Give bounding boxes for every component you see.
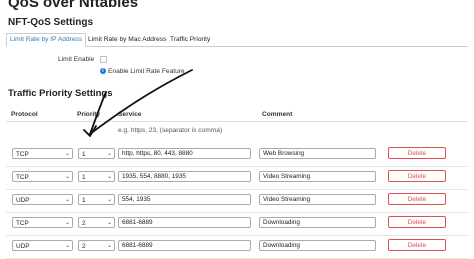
chevron-down-icon: ⌄ (106, 151, 112, 157)
column-header-priority: Priority (77, 111, 101, 118)
chevron-down-icon: ⌄ (64, 197, 70, 203)
protocol-value: TCP (16, 220, 29, 227)
protocol-value: UDP (16, 243, 30, 250)
priority-value: 1 (82, 151, 86, 158)
protocol-value: TCP (16, 174, 29, 181)
table-row: TCP ⌄ 2 ⌄ 6881-6889 Downloading Delete (6, 212, 468, 236)
priority-select[interactable]: 1 ⌄ (78, 194, 115, 205)
column-header-service: Service (118, 111, 142, 118)
comment-input[interactable]: Downloading (259, 240, 376, 251)
service-input[interactable]: 6881-6889 (118, 240, 251, 251)
annotation-arrow-long (89, 69, 193, 135)
protocol-select[interactable]: TCP ⌄ (12, 171, 73, 182)
chevron-down-icon: ⌄ (64, 151, 70, 157)
delete-button[interactable]: Delete (388, 239, 446, 251)
limit-enable-hint: Enable Limit Rate Feature (108, 68, 185, 75)
table-row: UDP ⌄ 1 ⌄ 554, 1935 Video Streaming Delete (6, 189, 468, 213)
delete-button[interactable]: Delete (388, 216, 446, 228)
page-title: QoS over Nftables (8, 0, 139, 11)
priority-value: 1 (82, 197, 86, 204)
priority-select[interactable]: 2 ⌄ (78, 240, 115, 251)
protocol-select[interactable]: TCP ⌄ (12, 148, 73, 159)
priority-select[interactable]: 1 ⌄ (78, 171, 115, 182)
priority-value: 2 (82, 220, 86, 227)
service-hint: e.g. https, 23, (separator is comma) (118, 127, 223, 134)
service-input[interactable]: 554, 1935 (118, 194, 251, 205)
chevron-down-icon: ⌄ (106, 197, 112, 203)
protocol-value: TCP (16, 151, 29, 158)
chevron-down-icon: ⌄ (106, 243, 112, 249)
column-header-protocol: Protocol (11, 111, 38, 118)
tab-traffic-priority[interactable]: Traffic Priority (166, 33, 214, 47)
chevron-down-icon: ⌄ (64, 174, 70, 180)
comment-input[interactable]: Downloading (259, 217, 376, 228)
protocol-select[interactable]: UDP ⌄ (12, 240, 73, 251)
priority-select[interactable]: 1 ⌄ (78, 148, 115, 159)
column-header-comment: Comment (262, 111, 293, 118)
service-input[interactable]: http, https, 80, 443, 8880 (118, 148, 251, 159)
tab-bar: Limit Rate by IP Address Limit Rate by M… (6, 33, 468, 47)
traffic-priority-section-title: Traffic Priority Settings (8, 88, 113, 99)
tab-limit-by-mac[interactable]: Limit Rate by Mac Address (84, 33, 170, 47)
settings-subtitle: NFT-QoS Settings (8, 17, 93, 28)
protocol-value: UDP (16, 197, 30, 204)
chevron-down-icon: ⌄ (106, 174, 112, 180)
table-row: TCP ⌄ 1 ⌄ http, https, 80, 443, 8880 Web Brow… (6, 143, 468, 167)
protocol-select[interactable]: TCP ⌄ (12, 217, 73, 228)
comment-input[interactable]: Web Browsing (259, 148, 376, 159)
table-row: UDP ⌄ 2 ⌄ 6881-6889 Downloading Delete (6, 235, 468, 259)
chevron-down-icon: ⌄ (64, 220, 70, 226)
comment-input[interactable]: Video Streaming (259, 171, 376, 182)
delete-button[interactable]: Delete (388, 147, 446, 159)
priority-value: 2 (82, 243, 86, 250)
comment-input[interactable]: Video Streaming (259, 194, 376, 205)
table-row: TCP ⌄ 1 ⌄ 1935, 554, 8880, 1935 Video Streami… (6, 166, 468, 190)
chevron-down-icon: ⌄ (106, 220, 112, 226)
delete-button[interactable]: Delete (388, 170, 446, 182)
table-divider (6, 121, 468, 122)
service-input[interactable]: 1935, 554, 8880, 1935 (118, 171, 251, 182)
chevron-down-icon: ⌄ (64, 243, 70, 249)
delete-button[interactable]: Delete (388, 193, 446, 205)
info-icon: i (100, 68, 106, 74)
limit-enable-label: Limit Enable (58, 56, 95, 63)
priority-select[interactable]: 2 ⌄ (78, 217, 115, 228)
service-input[interactable]: 6881-6889 (118, 217, 251, 228)
annotation-arrowhead (83, 125, 97, 137)
tab-limit-by-ip[interactable]: Limit Rate by IP Address (6, 33, 87, 47)
protocol-select[interactable]: UDP ⌄ (12, 194, 73, 205)
priority-value: 1 (82, 174, 86, 181)
limit-enable-checkbox[interactable] (100, 56, 107, 63)
